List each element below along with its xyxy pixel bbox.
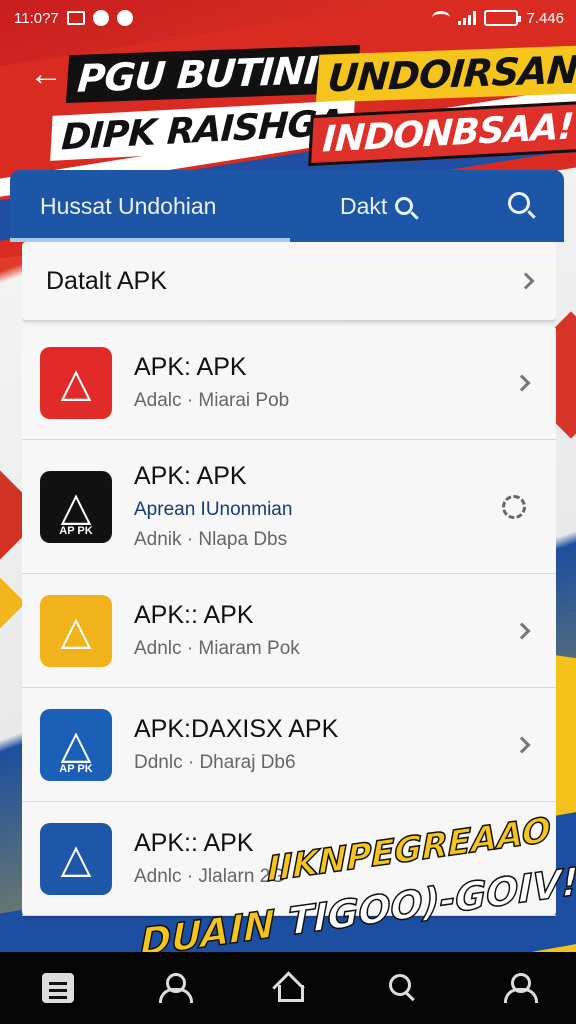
app-icon-caption: AP PK <box>59 524 93 537</box>
app-logo-icon: △ <box>60 835 92 882</box>
message-icon <box>116 10 133 26</box>
calendar-icon <box>66 11 85 25</box>
search-icon <box>508 192 530 214</box>
section-header[interactable]: Datalt APK <box>22 242 556 320</box>
search-icon <box>395 197 414 215</box>
signal-icon <box>458 11 477 25</box>
tab-main[interactable]: Hussat Undohian <box>40 193 216 220</box>
app-row[interactable]: △ AP PK APK:DAXISX APK Ddnlc · Dharaj Db6 <box>22 688 556 802</box>
status-bar: 11:0?7 7.446 <box>0 0 576 36</box>
tab-search[interactable]: Dakt <box>340 192 414 220</box>
apps-icon <box>41 973 74 1003</box>
nav-user[interactable] <box>143 958 203 1018</box>
nav-search[interactable] <box>373 958 433 1018</box>
section-label: Datalt APK <box>46 266 167 295</box>
promo-banner: IIKNPEGREAAO DUAIN TIGOO)-GOIV! <box>130 809 576 966</box>
app-text: APK:: APKAdnlc · Miaram Pok <box>134 601 538 660</box>
status-left: 11:0?7 <box>14 10 133 27</box>
app-row[interactable]: △ AP PK APK: APK Aprean IUnonmian Adnik · Nl… <box>22 440 556 574</box>
app-title: APK: APK <box>134 353 247 381</box>
app-text: APK: APK Adalc · Miarai Pob <box>134 353 538 412</box>
arrow-left-icon: ← <box>29 54 63 93</box>
app-logo-icon: △ <box>60 359 92 406</box>
promo-headline: ← PGU BUTININ UNDOIRSAN DIPK RAISHGA IND… <box>0 40 576 170</box>
status-time: 11:0?7 <box>14 9 59 27</box>
chevron-right-icon <box>517 272 535 290</box>
app-subtitle: Adnik · Nlapa Dbs <box>134 529 288 550</box>
app-logo-icon: △ <box>60 721 92 768</box>
status-right: 7.446 <box>432 10 564 27</box>
app-subtitle: Ddnlc · Dharaj Db6 <box>134 752 296 773</box>
battery-text: 7.446 <box>526 9 564 27</box>
tab-bar: Hussat Undohian Dakt <box>10 170 564 242</box>
app-logo-icon: △ <box>60 607 92 654</box>
app-logo-icon: △ <box>60 483 92 530</box>
bottom-nav <box>0 952 576 1024</box>
notification-icon <box>92 10 109 26</box>
home-icon <box>274 974 304 1002</box>
app-icon: △ <box>40 822 112 895</box>
nav-profile[interactable] <box>488 958 548 1018</box>
app-icon: △ <box>40 594 112 667</box>
user-icon <box>158 973 193 1003</box>
app-title: APK:: APK <box>134 601 254 629</box>
app-text: APK: APK Aprean IUnonmian Adnik · Nlapa Db… <box>134 462 538 551</box>
app-title: APK:DAXISX APK <box>134 715 339 743</box>
app-title: APK: APK <box>134 462 247 490</box>
sync-icon[interactable] <box>502 494 526 519</box>
profile-icon <box>504 973 539 1003</box>
app-icon: △ <box>40 346 112 419</box>
app-highlight: Aprean IUnonmian <box>134 499 293 520</box>
app-icon: △ AP PK <box>40 708 112 781</box>
app-subtitle: Adnlc · Miaram Pok <box>134 638 300 659</box>
app-subtitle: Adalc · Miarai Pob <box>134 390 290 411</box>
search-icon <box>389 974 417 1002</box>
back-button[interactable]: ← <box>26 54 66 94</box>
app-row[interactable]: △ APK:: APKAdnlc · Miaram Pok <box>22 574 556 688</box>
nav-apps[interactable] <box>28 958 88 1018</box>
app-icon-caption: AP PK <box>59 762 93 775</box>
wifi-icon <box>432 11 451 25</box>
search-button[interactable] <box>508 192 538 222</box>
nav-home[interactable] <box>258 958 318 1018</box>
tab-search-label: Dakt <box>340 192 388 219</box>
app-row[interactable]: △ APK: APK Adalc · Miarai Pob <box>22 326 556 440</box>
app-icon: △ AP PK <box>40 470 112 543</box>
battery-icon <box>484 10 522 26</box>
app-text: APK:DAXISX APK Ddnlc · Dharaj Db6 <box>134 715 538 774</box>
headline-line1-b: UNDOIRSAN <box>315 45 576 103</box>
